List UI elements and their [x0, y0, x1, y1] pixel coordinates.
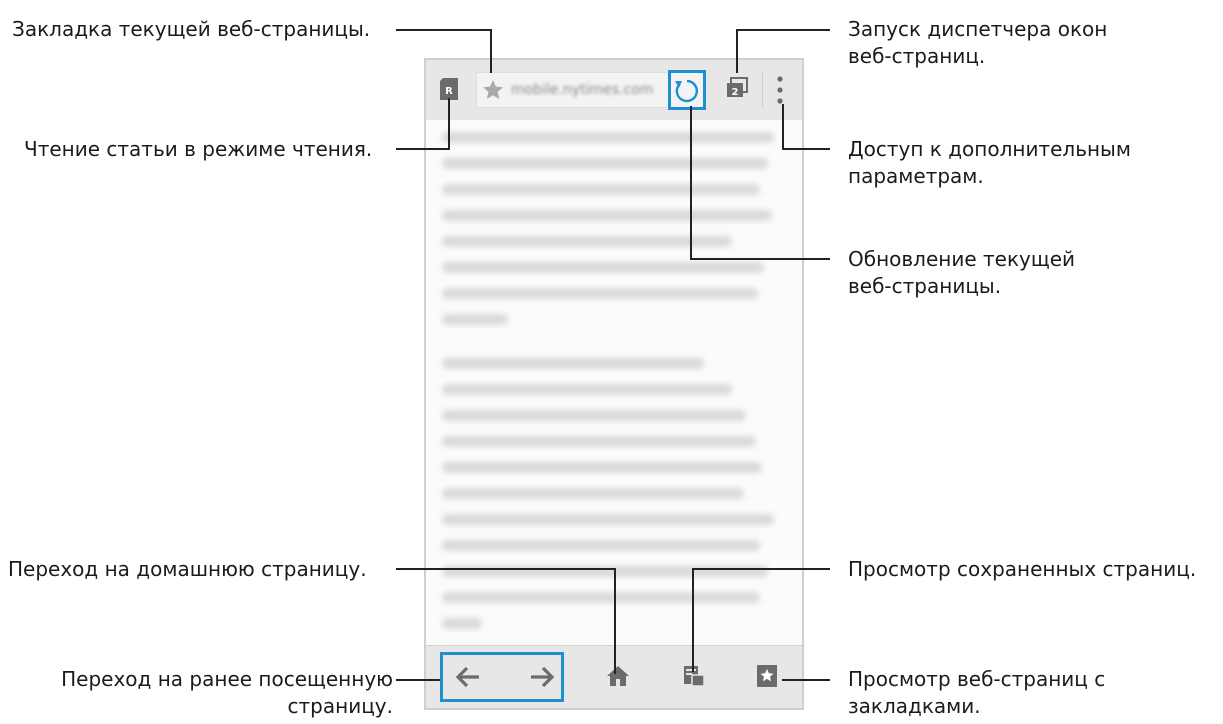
leader-line — [690, 106, 692, 260]
leader-line — [396, 679, 440, 681]
blur-line — [442, 132, 774, 143]
callout-reader-mode: Чтение статьи в режиме чтения. — [24, 137, 373, 161]
leader-line — [614, 568, 616, 674]
leader-line — [782, 679, 830, 681]
leader-line — [736, 29, 830, 31]
blur-line — [442, 488, 744, 499]
blur-line — [442, 358, 704, 369]
blur-line — [442, 288, 758, 299]
home-icon[interactable] — [606, 664, 630, 692]
callout-prev-page-line1: Переход на ранее посещенную — [61, 667, 393, 691]
bookmarks-icon[interactable] — [756, 664, 778, 692]
callout-refresh-line1: Обновление текущей — [848, 247, 1076, 271]
callout-window-manager-line1: Запуск диспетчера окон — [848, 17, 1108, 41]
callout-more-options: Доступ к дополнительным параметрам. — [848, 136, 1131, 190]
blur-line — [442, 592, 760, 603]
callout-window-manager: Запуск диспетчера окон веб-страниц. — [848, 16, 1107, 70]
callout-refresh-line2: веб-страницы. — [848, 274, 1002, 298]
blur-line — [442, 158, 768, 169]
blur-line — [442, 462, 762, 473]
leader-line — [692, 568, 830, 570]
forward-arrow-icon[interactable] — [530, 666, 555, 692]
callout-saved-pages: Просмотр сохраненных страниц. — [848, 557, 1197, 581]
leader-line — [490, 29, 492, 73]
saved-pages-icon[interactable] — [682, 664, 706, 692]
url-text: mobile.nytimes.com — [511, 82, 654, 98]
browser-top-bar: R mobile.nytimes.com 2 — [426, 60, 802, 121]
leader-line — [690, 258, 830, 260]
leader-line — [448, 98, 450, 150]
callout-bookmarks: Просмотр веб-страниц с закладками. — [848, 666, 1105, 720]
blur-line — [442, 410, 746, 421]
callout-prev-page-line2: страницу. — [287, 694, 393, 718]
blur-line — [442, 540, 760, 551]
star-icon[interactable] — [481, 78, 505, 106]
callout-prev-page: Переход на ранее посещенную страницу. — [61, 666, 393, 720]
blur-line — [442, 184, 760, 195]
refresh-icon[interactable] — [674, 76, 700, 108]
window-manager-icon[interactable]: 2 — [725, 76, 749, 104]
leader-line — [736, 29, 738, 73]
callout-more-options-line1: Доступ к дополнительным — [848, 137, 1131, 161]
blur-line — [442, 618, 482, 629]
leader-line — [692, 568, 694, 672]
reader-mode-icon[interactable]: R — [440, 78, 458, 100]
back-arrow-icon[interactable] — [455, 666, 480, 692]
blur-line — [442, 236, 732, 247]
callout-window-manager-line2: веб-страниц. — [848, 44, 986, 68]
callout-refresh: Обновление текущей веб-страницы. — [848, 246, 1075, 300]
leader-line — [396, 568, 616, 570]
blur-line — [442, 210, 772, 221]
blur-line — [442, 436, 756, 447]
callout-more-options-line2: параметрам. — [848, 164, 984, 188]
callout-home-page: Переход на домашнюю страницу. — [8, 557, 367, 581]
blur-line — [442, 384, 732, 395]
callout-bookmarks-line2: закладками. — [848, 694, 981, 718]
blur-line — [442, 514, 774, 525]
leader-line — [396, 148, 450, 150]
leader-line — [782, 104, 784, 150]
leader-line — [782, 148, 830, 150]
tab-count-text: 2 — [732, 87, 739, 98]
blur-line — [442, 314, 508, 325]
blur-line — [442, 262, 764, 273]
callout-bookmark-current: Закладка текущей веб-страницы. — [12, 17, 371, 41]
callout-bookmarks-line1: Просмотр веб-страниц с — [848, 667, 1106, 691]
topbar-divider — [762, 72, 763, 108]
leader-line — [396, 29, 492, 31]
reader-badge-text: R — [445, 86, 453, 97]
